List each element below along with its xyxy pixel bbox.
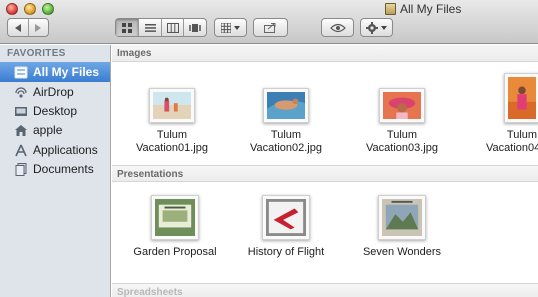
gear-icon: [366, 21, 378, 34]
chevron-down-icon: [234, 25, 240, 30]
all-my-files-icon: [14, 66, 28, 79]
share-icon: [264, 23, 276, 33]
sidebar-item-documents[interactable]: Documents: [0, 159, 110, 179]
window-title-text: All My Files: [400, 2, 462, 16]
image-thumbnail: [149, 88, 195, 123]
file-item[interactable]: Tulum Vacation03.jpg: [352, 88, 452, 155]
file-name: Tulum Vacation04.jpg: [486, 129, 538, 154]
section-header-presentations: Presentations: [112, 165, 538, 182]
sidebar-item-label: Applications: [33, 143, 98, 157]
file-name: History of Flight: [247, 246, 325, 258]
sidebar-item-label: Documents: [33, 162, 94, 176]
sidebar-item-label: AirDrop: [33, 85, 74, 99]
list-view-button[interactable]: [138, 19, 161, 36]
image-thumbnail: [263, 88, 309, 123]
forward-arrow-icon: [35, 23, 42, 32]
cover-flow-view-button[interactable]: [183, 19, 206, 36]
file-item[interactable]: Seven Wonders: [352, 195, 452, 259]
sidebar-item-applications[interactable]: Applications: [0, 140, 110, 160]
file-item[interactable]: Tulum Vacation02.jpg: [236, 88, 336, 155]
file-name: Garden Proposal: [133, 246, 217, 258]
sidebar-item-desktop[interactable]: Desktop: [0, 101, 110, 121]
folder-icon: [385, 3, 396, 15]
section-header-spreadsheets: Spreadsheets: [112, 283, 538, 297]
documents-icon: [14, 162, 28, 176]
presentation-thumbnail: [378, 195, 426, 240]
home-icon: [14, 124, 28, 137]
presentation-thumbnail: [262, 195, 310, 240]
arrange-button[interactable]: [214, 18, 247, 37]
image-thumbnail: [504, 73, 538, 123]
desktop-icon: [14, 105, 28, 118]
cover-flow-icon: [189, 23, 202, 32]
list-view-icon: [144, 23, 156, 32]
favorites-header: FAVORITES: [7, 48, 66, 59]
window-title: All My Files: [385, 2, 461, 16]
arrange-grid-icon: [221, 22, 231, 33]
airdrop-icon: [14, 86, 28, 99]
icon-view-icon: [122, 22, 133, 33]
image-thumbnail: [379, 88, 425, 123]
sidebar-item-label: All My Files: [33, 65, 100, 79]
sidebar-item-apple[interactable]: apple: [0, 120, 110, 140]
back-arrow-icon: [14, 23, 21, 32]
section-header-images: Images: [112, 45, 538, 62]
minimize-window-button[interactable]: [24, 3, 36, 15]
quick-look-button[interactable]: [321, 18, 354, 37]
file-item[interactable]: History of Flight: [236, 195, 336, 259]
file-name: Tulum Vacation01.jpg: [136, 129, 208, 154]
file-name: Seven Wonders: [362, 246, 442, 258]
file-browser-content: Images Tulum Vacation01.jpg Tulum Vacati…: [112, 45, 538, 297]
share-button[interactable]: [253, 18, 288, 37]
back-forward-control: [7, 18, 49, 37]
back-button[interactable]: [8, 19, 28, 36]
file-name: Tulum Vacation03.jpg: [366, 129, 438, 154]
sidebar-item-label: Desktop: [33, 104, 78, 118]
file-item[interactable]: Tulum Vacation04.jpg: [472, 73, 538, 155]
close-window-button[interactable]: [6, 3, 18, 15]
file-item[interactable]: Tulum Vacation01.jpg: [122, 88, 222, 155]
eye-icon: [329, 23, 346, 32]
file-name: Tulum Vacation02.jpg: [250, 129, 322, 154]
forward-button[interactable]: [27, 19, 48, 36]
presentation-thumbnail: [151, 195, 199, 240]
chevron-down-icon: [381, 25, 387, 30]
sidebar-item-airdrop[interactable]: AirDrop: [0, 82, 110, 102]
view-mode-control: [115, 18, 207, 37]
finder-window: All My Files FAVORITES All My Files AirD…: [0, 0, 538, 297]
sidebar: FAVORITES All My Files AirDrop Desktop a…: [0, 45, 111, 297]
action-button[interactable]: [360, 18, 393, 37]
icon-view-button[interactable]: [116, 19, 139, 36]
sidebar-item-label: apple: [33, 123, 63, 137]
column-view-icon: [166, 22, 179, 33]
zoom-window-button[interactable]: [42, 3, 54, 15]
applications-icon: [14, 144, 28, 157]
toolbar: All My Files: [0, 0, 538, 44]
file-item[interactable]: Garden Proposal: [125, 195, 225, 259]
column-view-button[interactable]: [160, 19, 184, 36]
sidebar-item-all-my-files[interactable]: All My Files: [0, 62, 110, 82]
